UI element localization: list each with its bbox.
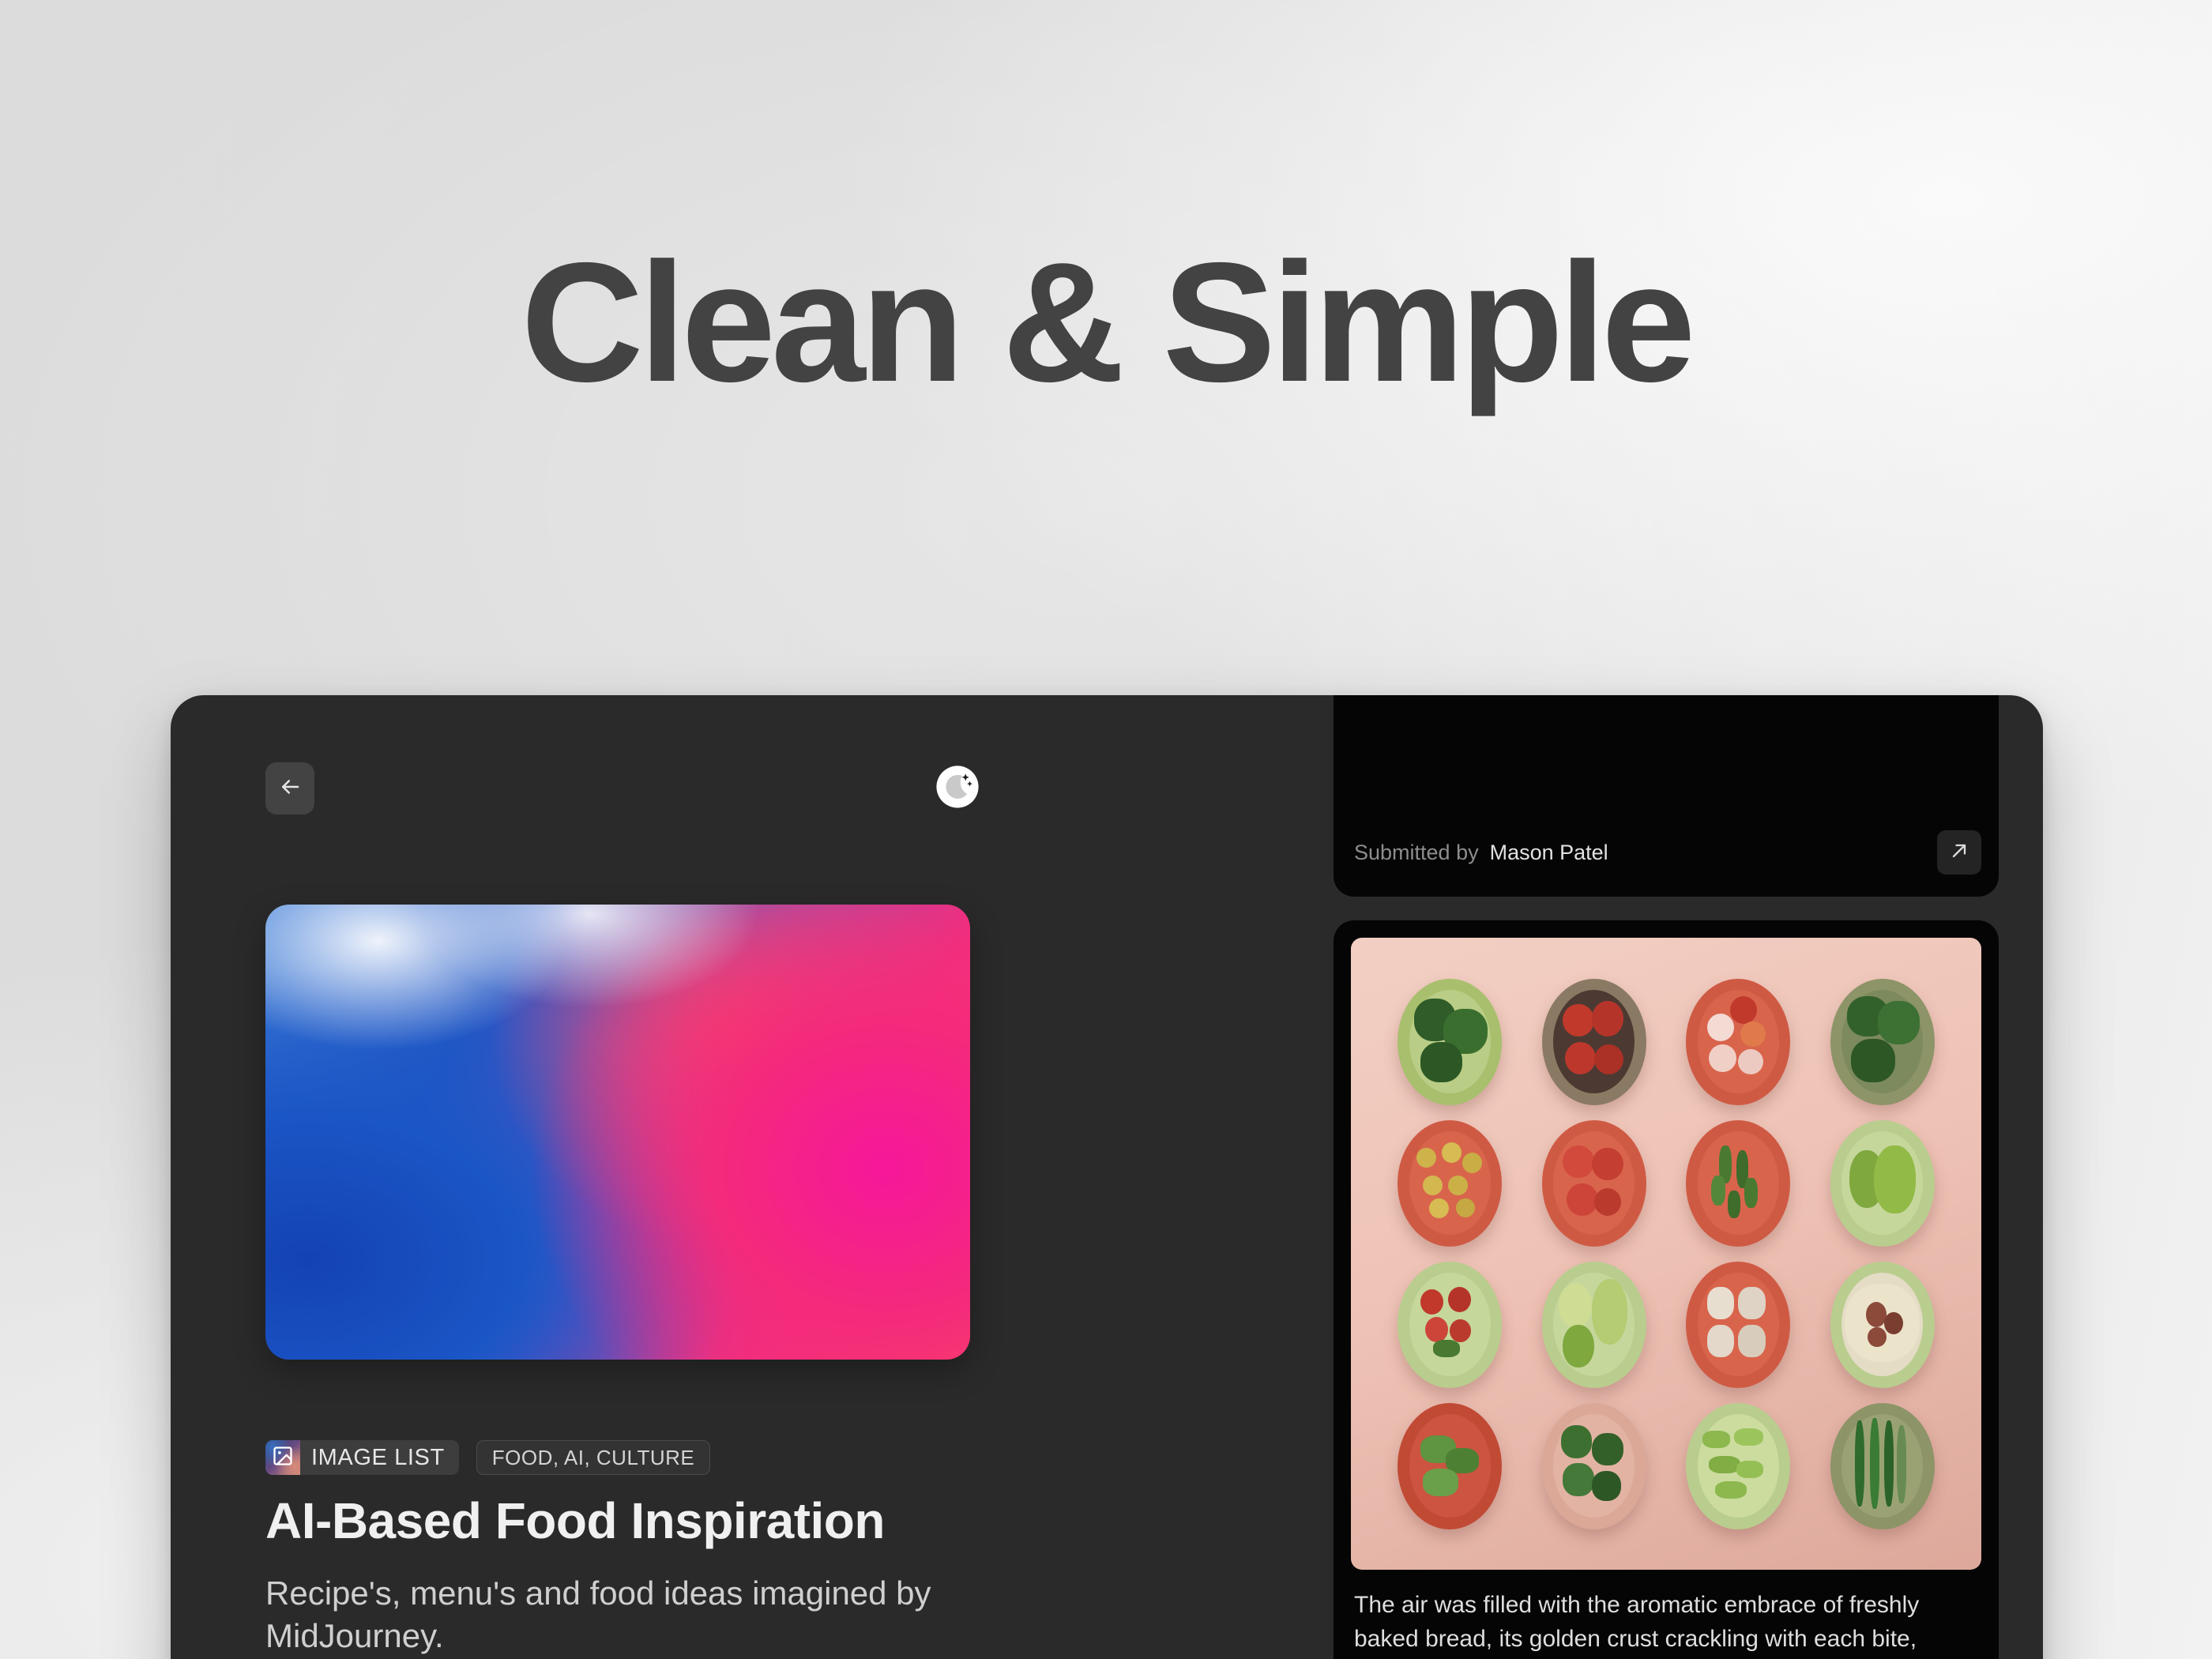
article-title: AI-Based Food Inspiration [265,1492,885,1549]
page-title: Clean & Simple [521,227,1695,417]
feed-column: colors and textures encapsulating the ar… [1334,695,2013,1659]
image-icon [272,1445,294,1471]
badge-tags-label: FOOD, AI, CULTURE [491,1445,695,1469]
back-button[interactable] [265,762,314,814]
app-topbar [265,762,1008,816]
article-meta-row: IMAGE LIST FOOD, AI, CULTURE [265,1440,711,1475]
food-grid-image[interactable] [1351,938,1981,1570]
feed-card-image[interactable]: The air was filled with the aromatic emb… [1334,920,1999,1659]
theme-toggle-button[interactable] [933,764,982,813]
bowl [1541,978,1646,1105]
bowl [1541,1261,1646,1388]
bowl [1686,1402,1791,1529]
bowl [1830,1119,1935,1247]
bowl [1686,1119,1791,1247]
submitted-by-label: Submitted by [1354,840,1479,864]
badge-tags[interactable]: FOOD, AI, CULTURE [476,1440,711,1475]
bowl [1830,1261,1935,1388]
bowl [1398,978,1503,1105]
submitted-by-name: Mason Patel [1489,840,1608,864]
hero-section: Clean & Simple [0,237,2212,407]
badge-thumbnail [265,1440,300,1475]
bowl [1541,1119,1646,1247]
article-hero-image[interactable] [265,905,970,1360]
bowl [1830,1402,1935,1529]
article-column: IMAGE LIST FOOD, AI, CULTURE AI-Based Fo… [265,695,1103,1659]
moon-icon [935,764,980,814]
feed-card-caption: The air was filled with the aromatic emb… [1354,1592,1920,1652]
bowl [1686,978,1791,1105]
bowl [1398,1261,1503,1388]
bowl [1398,1402,1503,1529]
arrow-up-right-icon [1948,840,1970,866]
badge-image-list-label: IMAGE LIST [311,1444,445,1470]
food-grid [1351,938,1981,1570]
bowl [1541,1402,1646,1529]
badge-image-list[interactable]: IMAGE LIST [265,1440,459,1475]
bowl [1830,978,1935,1105]
feed-card-text[interactable]: colors and textures encapsulating the ar… [1334,695,1999,897]
arrow-left-icon [278,775,302,803]
feed-card-footer: Submitted by Mason Patel [1354,830,1981,875]
bowl [1686,1261,1791,1388]
bowl [1398,1119,1503,1247]
article-description: Recipe's, menu's and food ideas imagined… [265,1574,931,1654]
open-card-button[interactable] [1937,830,1981,875]
app-panel: IMAGE LIST FOOD, AI, CULTURE AI-Based Fo… [171,695,2043,1659]
